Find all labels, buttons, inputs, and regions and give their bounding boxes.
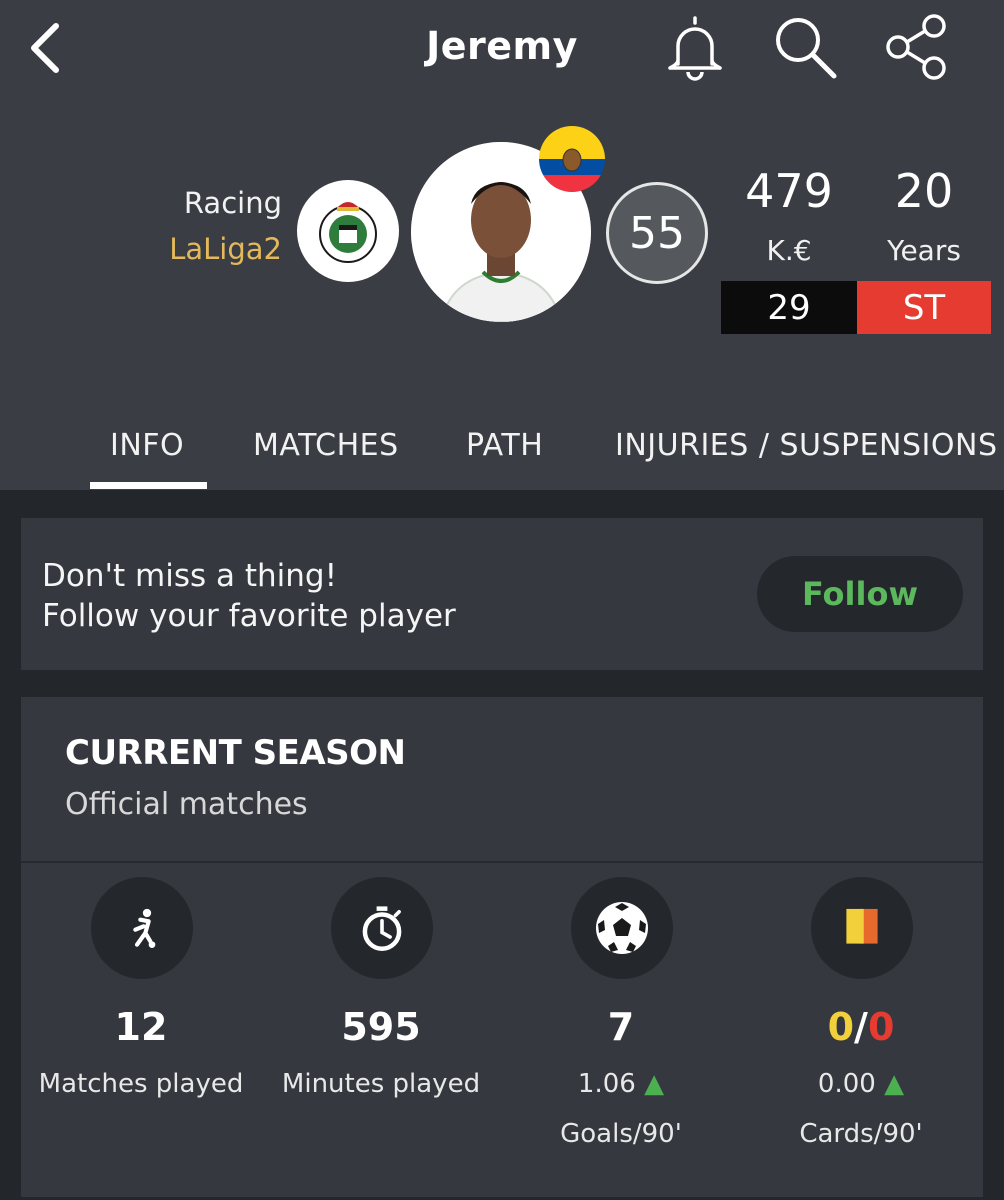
follow-line-2: Follow your favorite player bbox=[42, 598, 456, 634]
tab-bar: INFO MATCHES PATH INJURIES / SUSPENSIONS bbox=[0, 420, 1004, 490]
nationality-flag-icon bbox=[539, 126, 605, 192]
yellow-cards-count: 0 bbox=[827, 1005, 855, 1049]
goals-ratio: 1.06 ▲ bbox=[501, 1069, 741, 1099]
follow-card: Don't miss a thing! Follow your favorite… bbox=[21, 518, 983, 670]
follow-message: Don't miss a thing! Follow your favorite… bbox=[42, 556, 456, 636]
page-title: Jeremy bbox=[426, 24, 578, 68]
tab-injuries-suspensions[interactable]: INJURIES / SUSPENSIONS bbox=[615, 428, 997, 463]
active-tab-indicator bbox=[90, 482, 207, 489]
matches-played-value: 12 bbox=[114, 1005, 168, 1049]
minutes-played-label: Minutes played bbox=[281, 1069, 481, 1099]
market-value-unit: K.€ bbox=[766, 234, 812, 267]
soccer-ball-icon bbox=[571, 877, 673, 979]
cards-separator: / bbox=[854, 1005, 868, 1049]
season-title: CURRENT SEASON bbox=[65, 733, 406, 773]
minutes-played-value: 595 bbox=[341, 1005, 421, 1049]
stat-goals: 7 1.06 ▲ Goals/90' bbox=[501, 877, 741, 1177]
divider bbox=[21, 861, 983, 863]
search-icon[interactable] bbox=[770, 12, 840, 82]
share-icon[interactable] bbox=[880, 12, 950, 82]
top-bar: Jeremy bbox=[0, 0, 1004, 100]
stat-matches-played: 12 Matches played bbox=[21, 877, 261, 1177]
bell-icon[interactable] bbox=[660, 12, 730, 82]
rating-value: 55 bbox=[629, 207, 685, 259]
team-crest-logo[interactable] bbox=[297, 180, 399, 282]
league-name[interactable]: LaLiga2 bbox=[169, 232, 282, 266]
current-season-card: CURRENT SEASON Official matches 12 Match… bbox=[21, 697, 983, 1197]
player-rating-badge: 55 bbox=[606, 182, 708, 284]
season-subtitle: Official matches bbox=[65, 787, 308, 822]
tab-info[interactable]: INFO bbox=[110, 428, 184, 463]
cards-value: 0/0 bbox=[741, 1005, 981, 1049]
player-running-icon bbox=[91, 877, 193, 979]
red-cards-count: 0 bbox=[867, 1005, 895, 1049]
cards-ratio: 0.00 ▲ bbox=[741, 1069, 981, 1099]
follow-line-1: Don't miss a thing! bbox=[42, 558, 337, 594]
market-value: 479 bbox=[745, 164, 833, 218]
yellow-red-cards-icon bbox=[811, 877, 913, 979]
player-age-unit: Years bbox=[887, 234, 961, 267]
shirt-number: 29 bbox=[721, 281, 857, 334]
position-badge: ST bbox=[857, 281, 991, 334]
matches-played-label: Matches played bbox=[38, 1069, 244, 1099]
trend-up-icon: ▲ bbox=[884, 1069, 905, 1099]
goals-per-90-value: 1.06 bbox=[577, 1069, 636, 1099]
player-header: Jeremy Racing LaLiga2 55 479 K.€ 20 Year… bbox=[0, 0, 1004, 490]
tab-path[interactable]: PATH bbox=[466, 428, 543, 463]
cards-per-90-value: 0.00 bbox=[817, 1069, 876, 1099]
stat-cards: 0/0 0.00 ▲ Cards/90' bbox=[741, 877, 981, 1177]
cards-per-90-label: Cards/90' bbox=[799, 1119, 923, 1149]
stopwatch-icon bbox=[331, 877, 433, 979]
follow-button[interactable]: Follow bbox=[757, 556, 963, 632]
team-name[interactable]: Racing bbox=[184, 186, 282, 220]
tab-matches[interactable]: MATCHES bbox=[253, 428, 399, 463]
stat-minutes-played: 595 Minutes played bbox=[261, 877, 501, 1177]
goals-value: 7 bbox=[607, 1005, 635, 1049]
goals-per-90-label: Goals/90' bbox=[560, 1119, 682, 1149]
player-age: 20 bbox=[894, 164, 954, 218]
trend-up-icon: ▲ bbox=[644, 1069, 665, 1099]
